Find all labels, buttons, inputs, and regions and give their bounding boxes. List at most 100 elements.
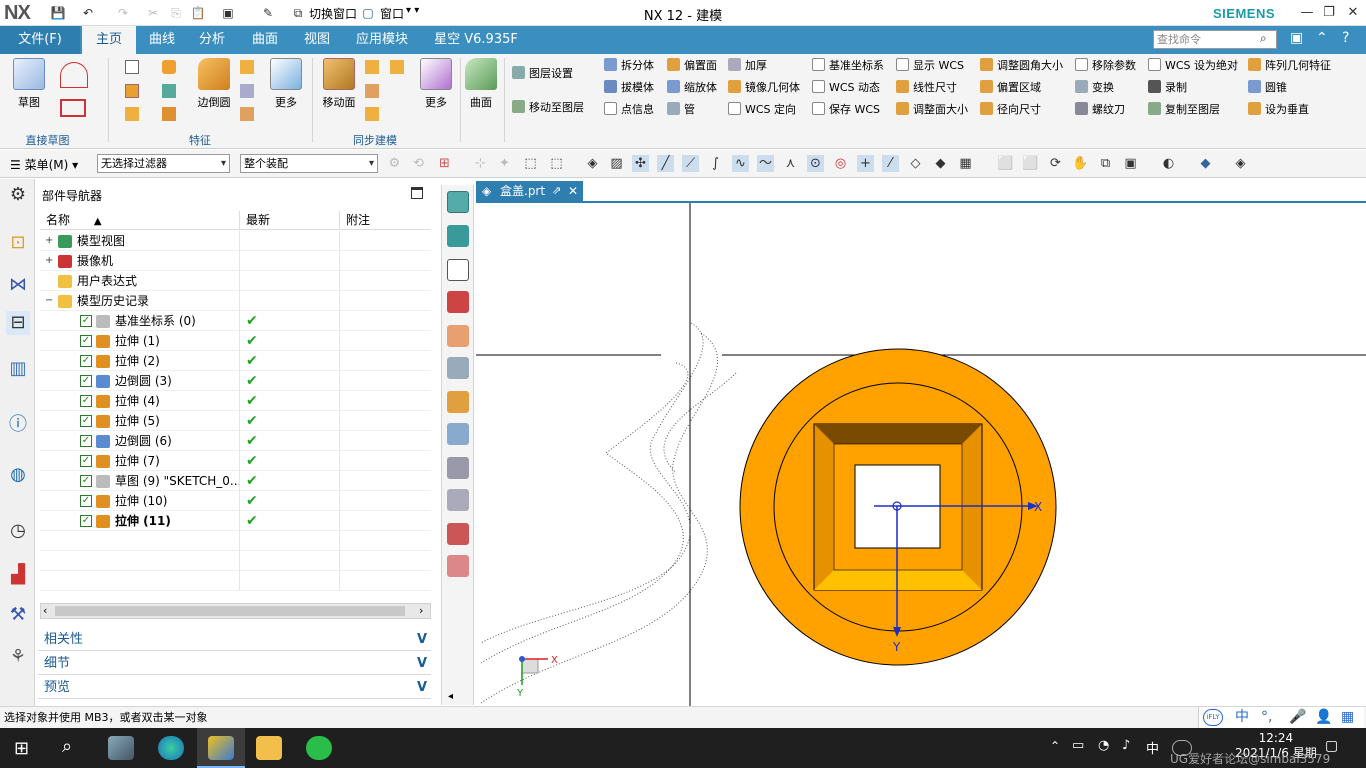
more-sync-button[interactable]: 更多	[416, 58, 456, 110]
navigator-row[interactable]: ✓ 拉伸 (10) ✔	[40, 491, 431, 511]
face-analysis-icon[interactable]	[447, 391, 469, 413]
tree-expander-icon[interactable]: −	[45, 291, 53, 311]
more-feature-button[interactable]: 更多	[266, 58, 306, 110]
copy-to-layer-button[interactable]: 复制至图层	[1148, 100, 1220, 120]
remove-parameters-button[interactable]: 移除参数	[1075, 56, 1136, 76]
section-icon[interactable]	[447, 325, 469, 347]
display-wcs-button[interactable]: 显示 WCS	[896, 56, 964, 76]
column-notes[interactable]: 附注	[340, 211, 431, 230]
hole-icon[interactable]	[162, 84, 176, 98]
system-materials-icon[interactable]: ⚘	[6, 645, 30, 669]
point-info-button[interactable]: 点信息	[604, 100, 654, 120]
navigator-row[interactable]: ✓ 拉伸 (7) ✔	[40, 451, 431, 471]
switch-window-icon[interactable]: ⧉	[290, 5, 306, 21]
command-search-input[interactable]: 查找命令	[1153, 30, 1277, 49]
app-icon-1[interactable]	[108, 736, 134, 760]
filter-icon[interactable]: ⚙	[386, 155, 403, 172]
switch-window-button[interactable]: 切换窗口	[309, 5, 357, 22]
snap-midpoint-icon[interactable]: ⟋	[682, 155, 699, 172]
snap-endpoint-icon[interactable]: ✣	[632, 155, 649, 172]
tab-applications[interactable]: 应用模块	[350, 26, 414, 54]
restore-button[interactable]: ❐	[1318, 3, 1340, 23]
radial-dimension-button[interactable]: 径向尺寸	[980, 100, 1041, 120]
copy-icon[interactable]: ⎘	[168, 5, 184, 21]
tray-battery-icon[interactable]: ▭	[1072, 738, 1084, 753]
dependencies-panel[interactable]: 相关性	[38, 629, 431, 651]
feature-checkbox[interactable]: ✓	[80, 355, 92, 367]
details-panel[interactable]: 细节	[38, 653, 431, 675]
ime-punctuation-icon[interactable]: °,	[1261, 707, 1272, 728]
collapse-ribbon-icon[interactable]: ⌃	[1316, 30, 1328, 46]
navigator-row[interactable]: ✓ 拉伸 (5) ✔	[40, 411, 431, 431]
rectangle-icon[interactable]	[60, 99, 86, 117]
remove-component-icon[interactable]	[447, 259, 469, 281]
select-feature-icon[interactable]: ✦	[496, 155, 513, 172]
offset-face-button[interactable]: 偏置面	[667, 56, 717, 76]
file-explorer-icon[interactable]	[256, 736, 282, 760]
view-zoom-icon[interactable]: ⬜	[1022, 155, 1039, 172]
view-rotate-icon[interactable]: ⟳	[1047, 155, 1064, 172]
resize-blend-button[interactable]: 调整圆角大小	[980, 56, 1063, 76]
shell-icon[interactable]	[240, 84, 254, 98]
offset-region-icon[interactable]	[365, 84, 379, 98]
navigator-row[interactable]: ✓ 边倒圆 (3) ✔	[40, 371, 431, 391]
delete-face-icon[interactable]	[390, 60, 404, 74]
feature-checkbox[interactable]: ✓	[80, 395, 92, 407]
reuse-library-icon[interactable]: ▥	[6, 357, 30, 381]
navigator-row[interactable]: ✓ 草图 (9) "SKETCH_0... ✔	[40, 471, 431, 491]
split-body-button[interactable]: 拆分体	[604, 56, 654, 76]
navigator-row[interactable]: ✓ 基准坐标系 (0) ✔	[40, 311, 431, 331]
undock-icon[interactable]: ⇗	[552, 181, 561, 201]
palette-icon[interactable]: ▟	[6, 563, 30, 587]
web-browser-icon[interactable]: ◍	[6, 463, 30, 487]
preview-panel[interactable]: 预览	[38, 677, 431, 699]
orient-view-icon[interactable]: ◆	[1197, 155, 1214, 172]
navigator-row[interactable]: + 摄像机	[40, 251, 431, 271]
graphics-window[interactable]: X Y X Y	[476, 201, 1366, 708]
ime-chinese-icon[interactable]: 中	[1235, 707, 1249, 728]
feature-checkbox[interactable]: ✓	[80, 455, 92, 467]
select-lasso-icon[interactable]: ⬚	[548, 155, 565, 172]
snap-bounded-icon[interactable]: ◆	[932, 155, 949, 172]
paste-icon[interactable]: 📋	[190, 5, 206, 21]
selection-scope-dropdown[interactable]: 整个装配	[240, 154, 378, 173]
snap-icon[interactable]: ⊹	[472, 155, 489, 172]
clip-plane-icon[interactable]	[447, 357, 469, 379]
ribbon-options-icon[interactable]: ▣	[1290, 30, 1303, 46]
view-pan-icon[interactable]: ✋	[1072, 155, 1089, 172]
navigator-row[interactable]: ✓ 拉伸 (2) ✔	[40, 351, 431, 371]
edge-blend-button[interactable]: 边倒圆	[193, 58, 235, 110]
touch-mode-icon[interactable]: ✎	[260, 5, 276, 21]
tray-volume-icon[interactable]: ♪	[1122, 738, 1130, 753]
snap-existing-point-icon[interactable]: +	[857, 155, 874, 172]
feature-checkbox[interactable]: ✓	[80, 435, 92, 447]
make-perpendicular-button[interactable]: 设为垂直	[1248, 100, 1309, 120]
tray-ime-indicator[interactable]: 中	[1146, 738, 1159, 757]
navigator-row[interactable]: ✓ 拉伸 (11) ✔	[40, 511, 431, 531]
navigator-row[interactable]: + 模型视图	[40, 231, 431, 251]
window-menu[interactable]: 窗口	[380, 5, 404, 22]
ime-menu-icon[interactable]: ▦	[1341, 707, 1354, 728]
snap-on-face-icon[interactable]: ◇	[907, 155, 924, 172]
move-face-button[interactable]: 移动面	[318, 58, 360, 110]
offset-region-button[interactable]: 偏置区域	[980, 78, 1041, 98]
new-component-icon[interactable]	[447, 225, 469, 247]
select-body-icon[interactable]: ◈	[584, 155, 601, 172]
close-button[interactable]: ✕	[1342, 3, 1364, 23]
part-tab[interactable]: ◈ 盒盖.prt ⇗ ✕	[476, 181, 583, 201]
layer-settings-button[interactable]: 图层设置	[512, 64, 573, 84]
tab-analysis[interactable]: 分析	[190, 26, 234, 54]
menu-button[interactable]: ☰ 菜单(M) ▾	[10, 156, 78, 173]
scroll-left-icon[interactable]: ‹	[43, 604, 47, 618]
navigator-row[interactable]: − 模型历史记录	[40, 291, 431, 311]
linear-dimension-button[interactable]: 线性尺寸	[896, 78, 957, 98]
select-rectangle-icon[interactable]: ⬚	[522, 155, 539, 172]
trim-icon[interactable]	[240, 107, 254, 121]
feature-checkbox[interactable]: ✓	[80, 315, 92, 327]
wcs-absolute-button[interactable]: WCS 设为绝对	[1148, 56, 1238, 76]
feature-checkbox[interactable]: ✓	[80, 375, 92, 387]
window-icon[interactable]: ▢	[360, 5, 376, 21]
general-select-icon[interactable]: ⊞	[436, 155, 453, 172]
shading-icon[interactable]	[447, 457, 469, 479]
undo-icon[interactable]: ↶	[80, 5, 96, 21]
